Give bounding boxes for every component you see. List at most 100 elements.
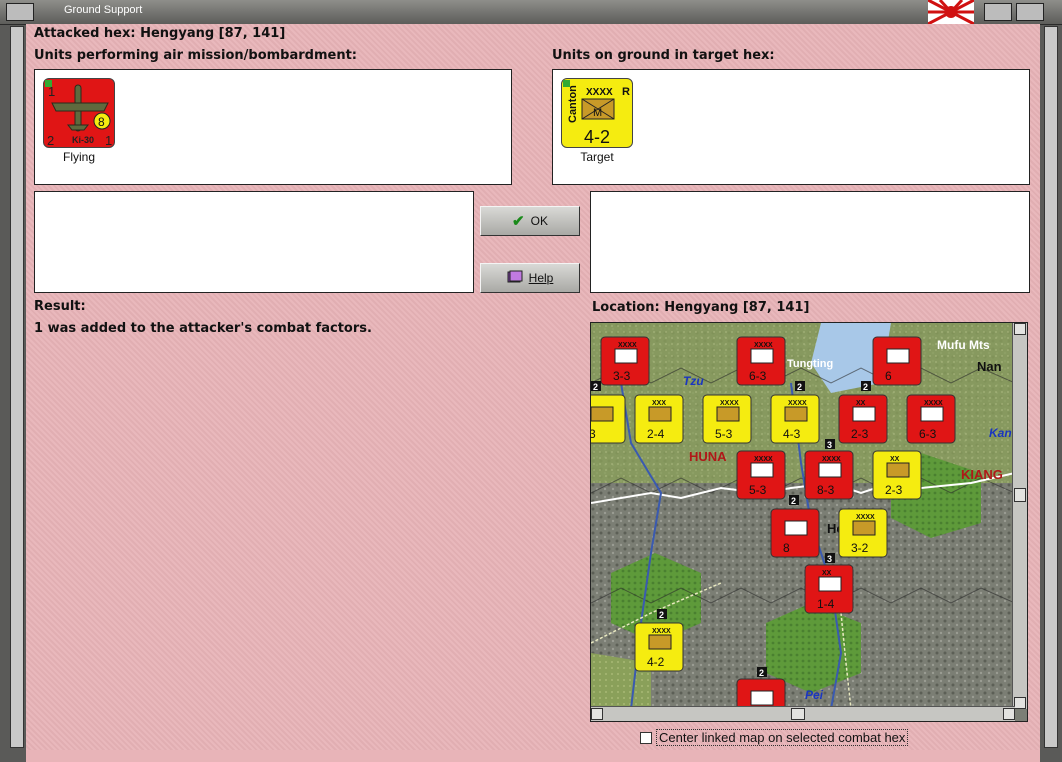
help-book-icon [507, 270, 523, 287]
air-unit-bottom-left: 2 [47, 133, 54, 148]
map-counter-symbol [716, 406, 740, 422]
map-place-huna: HUNA [689, 449, 727, 464]
map-scroll-left-button[interactable] [591, 708, 603, 720]
map-counter-symbol [784, 406, 808, 422]
map-counter[interactable]: XXXX 3-3 [600, 336, 650, 386]
rising-sun-flag-icon [928, 0, 974, 24]
ground-support-dialog: Attacked hex: Hengyang [87, 141] Units p… [26, 24, 1040, 750]
map-counter-size: XX [822, 570, 832, 577]
center-linked-map-label[interactable]: Center linked map on selected combat hex [656, 729, 909, 746]
map-counter-factors: 2-3 [851, 427, 869, 441]
map-place-pei: Pei [805, 688, 824, 702]
map-counter[interactable]: XXXX 5-3 [702, 394, 752, 444]
map-counter-factors: 8 [783, 541, 790, 555]
map-counter-symbol [818, 576, 842, 592]
map-counter[interactable]: XXXX 4-3 [770, 394, 820, 444]
map-place-mufu-mts: Mufu Mts [937, 338, 990, 352]
map-counter[interactable]: XXXX 6-3 [736, 336, 786, 386]
map-counter[interactable]: XXXX 4-2 [634, 622, 684, 672]
system-menu-button[interactable] [6, 3, 34, 21]
map-place-tungting: Tungting [787, 358, 833, 370]
map-counter-size: XXXX [856, 514, 875, 521]
map-counter-symbol [886, 462, 910, 478]
map-counter[interactable]: XX 2-3 [872, 450, 922, 500]
map-counter[interactable]: XXXX 6-3 [906, 394, 956, 444]
map-horizontal-scrollbar[interactable] [591, 706, 1015, 721]
map-counter-factors: 2-4 [647, 427, 665, 441]
ok-button[interactable]: ✔ OK [480, 206, 580, 236]
map-counter-size: XX [856, 400, 866, 407]
map-counter-size: XXXX [822, 456, 841, 463]
ok-button-label: OK [530, 214, 548, 228]
title-bar: Ground Support [0, 0, 1062, 25]
aircraft-icon: 1 2 1 Ki-30 8 [45, 80, 112, 148]
tactical-map[interactable]: Mufu Mts Nan Tungting Tzu HUNA KIANG Kan… [590, 322, 1028, 722]
air-unit-counter[interactable]: 1 2 1 Ki-30 8 [43, 78, 115, 148]
map-scroll-right-button[interactable] [1003, 708, 1015, 720]
map-counter[interactable]: XX 2-3 [838, 394, 888, 444]
map-counter-symbol [784, 520, 808, 536]
ground-unit-factors: 4-2 [584, 127, 610, 147]
window-title: Ground Support [64, 4, 143, 16]
air-units-label: Units performing air mission/bombardment… [34, 48, 358, 63]
map-counter-symbol [648, 406, 672, 422]
map-stack-badge-count: 2 [863, 382, 868, 392]
defender-info-box [590, 191, 1030, 293]
map-counter-symbol [648, 634, 672, 650]
air-unit-top-left: 1 [48, 84, 55, 99]
ground-units-list[interactable]: Canton XXXX R M 4-2 Target [552, 69, 1030, 185]
map-stack-badge-count: 2 [797, 382, 802, 392]
map-counter[interactable]: XXXX 3-2 [838, 508, 888, 558]
result-text: 1 was added to the attacker's combat fac… [34, 321, 372, 336]
map-stack-badge-count: 2 [659, 610, 664, 620]
map-counter-size: XXXX [754, 342, 773, 349]
map-counter-symbol [920, 406, 944, 422]
map-counter[interactable]: 3 [591, 394, 626, 444]
left-scrollbar[interactable] [10, 26, 24, 748]
center-linked-map-checkbox[interactable] [640, 732, 652, 744]
air-units-list[interactable]: 1 2 1 Ki-30 8 Flying [34, 69, 512, 185]
map-counter-factors: 5-3 [749, 483, 767, 497]
map-counter[interactable]: 6 [872, 336, 922, 386]
map-stack-badge-count: 3 [827, 554, 832, 564]
map-stack-badge-count: 2 [593, 382, 598, 392]
map-counter[interactable]: XXXX 8-3 [804, 450, 854, 500]
map-counter-size: XXXX [924, 400, 943, 407]
right-window-frame [1040, 0, 1062, 762]
map-counter-size: XXXX [788, 400, 807, 407]
help-button[interactable]: Help [480, 263, 580, 293]
close-button[interactable] [1016, 3, 1044, 21]
ground-unit-size: XXXX [586, 87, 613, 98]
map-counter-size: XX [890, 456, 900, 463]
map-scroll-down-button[interactable] [1014, 697, 1026, 709]
minimize-button[interactable] [984, 3, 1012, 21]
ground-unit-counter[interactable]: Canton XXXX R M 4-2 [561, 78, 633, 148]
map-counter-symbol [886, 348, 910, 364]
map-stack-badge-count: 3 [827, 440, 832, 450]
map-counter-symbol [852, 406, 876, 422]
map-counter-factors: 8-3 [817, 483, 835, 497]
map-counter-size: XXXX [618, 342, 637, 349]
map-counter-factors: 4-2 [647, 655, 665, 669]
map-counter-factors: 1-4 [817, 597, 835, 611]
help-button-label: Help [528, 271, 554, 285]
hex-map[interactable]: Mufu Mts Nan Tungting Tzu HUNA KIANG Kan… [591, 323, 1016, 721]
map-vertical-thumb[interactable] [1014, 488, 1026, 502]
map-horizontal-thumb[interactable] [791, 708, 805, 720]
map-counter-factors: 6 [885, 369, 892, 383]
map-counter-factors: 3-2 [851, 541, 869, 555]
map-counter-factors: 3 [591, 427, 596, 441]
map-counter[interactable]: XXX 2-4 [634, 394, 684, 444]
map-place-kan: Kan [989, 426, 1012, 440]
map-counter[interactable]: 8 [770, 508, 820, 558]
right-scrollbar[interactable] [1044, 26, 1058, 748]
checkmark-icon: ✔ [512, 213, 525, 230]
map-counter[interactable]: XX 1-4 [804, 564, 854, 614]
map-counter[interactable] [736, 678, 786, 721]
map-scroll-up-button[interactable] [1014, 323, 1026, 335]
map-counter-factors: 6-3 [749, 369, 767, 383]
map-vertical-scrollbar[interactable] [1012, 323, 1027, 709]
map-counter-symbol [591, 406, 614, 422]
map-counter[interactable]: XXXX 5-3 [736, 450, 786, 500]
air-unit-type: Ki-30 [72, 135, 94, 145]
